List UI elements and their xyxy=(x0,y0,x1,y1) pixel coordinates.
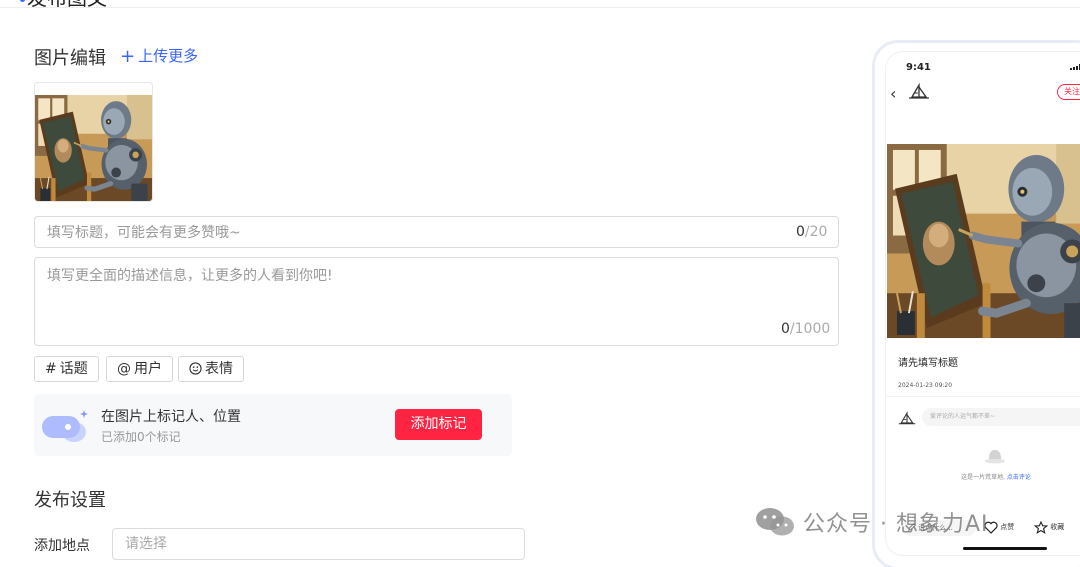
hash-icon: # xyxy=(45,361,57,377)
add-tag-button[interactable]: 添加标记 xyxy=(395,409,482,440)
preview-title: 请先填写标题 xyxy=(898,358,958,369)
emoji-button[interactable]: 表情 xyxy=(178,356,244,382)
comment-input[interactable]: 爱评论的人运气都不差~ xyxy=(922,408,1080,426)
image-edit-title: 图片编辑 xyxy=(34,48,106,69)
status-time: 9:41 xyxy=(906,62,931,73)
tag-people-card: 在图片上标记人、位置 已添加0个标记 添加标记 xyxy=(34,394,512,456)
title-input[interactable] xyxy=(47,223,767,243)
page-title: 发布图文 xyxy=(20,0,107,8)
smile-icon xyxy=(189,362,202,375)
plus-icon: + xyxy=(120,46,136,67)
image-thumbnail[interactable] xyxy=(34,82,153,202)
divider xyxy=(886,396,1080,397)
upload-more-button[interactable]: + 上传更多 xyxy=(120,45,198,67)
back-icon[interactable]: ‹ xyxy=(890,84,896,103)
mention-user-button[interactable]: @ 用户 xyxy=(106,356,173,382)
location-label: 添加地点 xyxy=(34,538,90,554)
empty-comments-icon xyxy=(985,450,1005,464)
robot-painting-image xyxy=(35,95,153,202)
topic-button[interactable]: # 话题 xyxy=(34,356,99,382)
publish-settings-title: 发布设置 xyxy=(34,490,106,511)
top-bar xyxy=(0,0,1080,8)
home-indicator xyxy=(963,547,1047,550)
tag-card-title: 在图片上标记人、位置 xyxy=(101,409,241,425)
at-icon: @ xyxy=(117,361,131,377)
title-counter: 0/20 xyxy=(796,224,828,240)
location-select[interactable]: 请选择 xyxy=(112,528,525,560)
title-field[interactable]: 0/20 xyxy=(34,216,839,248)
preview-image xyxy=(887,144,1080,338)
phone-preview: 9:41 ‹ 关注 请先填写标题 2024-01-23 09:20 爱评论的人运… xyxy=(872,40,1080,567)
follow-button[interactable]: 关注 xyxy=(1057,84,1080,100)
watermark-text: 公众号 · 想象力AI xyxy=(803,512,989,537)
title-dot-icon xyxy=(20,0,25,2)
collect-button[interactable]: 收藏 xyxy=(1033,520,1064,534)
wechat-watermark: 公众号 · 想象力AI xyxy=(755,506,989,540)
star-icon xyxy=(1033,520,1049,534)
author-avatar-icon[interactable] xyxy=(908,83,930,99)
like-button[interactable]: 点赞 xyxy=(984,520,1014,534)
preview-date: 2024-01-23 09:20 xyxy=(898,382,953,389)
tag-illustration-icon xyxy=(42,410,88,442)
description-input[interactable] xyxy=(47,265,747,315)
description-field[interactable]: 0/1000 xyxy=(34,257,839,346)
wechat-icon xyxy=(756,508,794,536)
commenter-avatar-icon xyxy=(898,411,916,425)
signal-icon xyxy=(1070,64,1080,70)
phone-screen: 9:41 ‹ 关注 请先填写标题 2024-01-23 09:20 爱评论的人运… xyxy=(885,51,1080,556)
click-to-comment-link[interactable]: 点击评论 xyxy=(1007,474,1031,481)
description-counter: 0/1000 xyxy=(781,321,831,337)
empty-comments-text: 这是一片荒草地, 点击评论 xyxy=(961,474,1031,481)
tag-card-subtitle: 已添加0个标记 xyxy=(101,430,181,444)
